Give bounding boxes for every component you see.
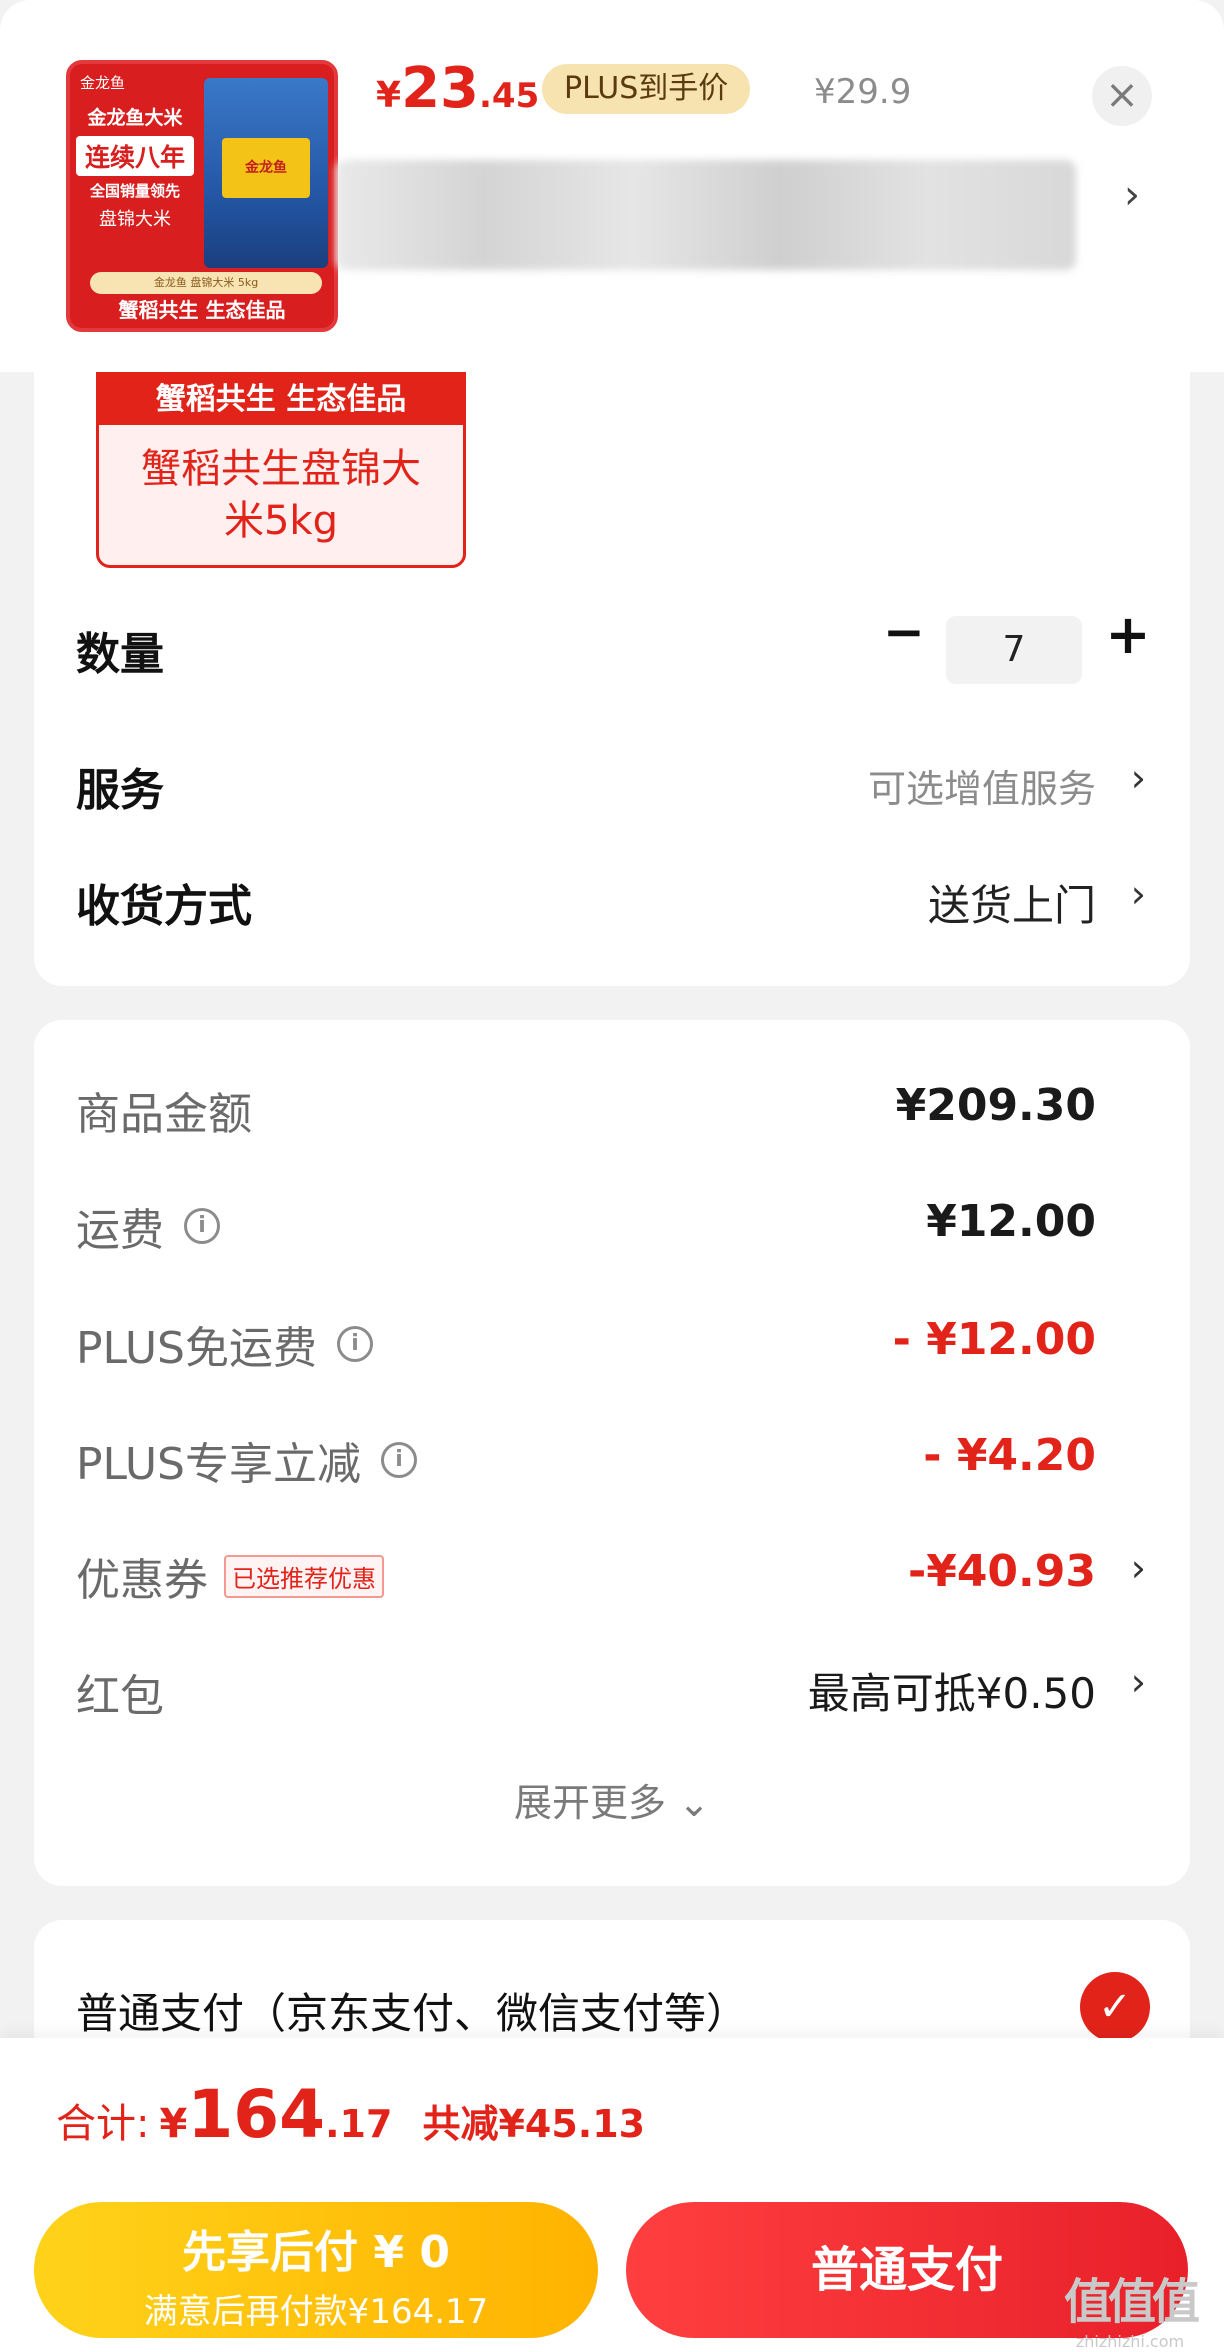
shipping-label: 运费 i <box>76 1194 220 1258</box>
check-icon[interactable]: ✓ <box>1080 1972 1150 2042</box>
order-total: 合计: ¥ 164 .17 共减¥45.13 <box>56 2076 645 2153</box>
delivery-label: 收货方式 <box>76 881 252 932</box>
watermark-logo-text: 值值值 <box>1064 2274 1200 2330</box>
payment-method-label[interactable]: 普通支付（京东支付、微信支付等） <box>76 1980 748 2041</box>
chevron-right-icon[interactable]: › <box>1131 872 1146 916</box>
info-icon[interactable]: i <box>184 1208 220 1244</box>
thumbnail-line-3: 全国销量领先 <box>89 182 180 200</box>
price-symbol: ¥ <box>376 75 402 116</box>
checkout-sheet: 金龙鱼 金龙鱼大米 连续八年 全国销量领先 盘锦大米 金龙鱼 金龙鱼 盘锦大米 … <box>0 0 1224 2352</box>
subtotal-value: ¥209.30 <box>895 1080 1096 1131</box>
red-packet-label: 红包 <box>76 1660 164 1724</box>
pay-later-sub-label: 满意后再付款¥164.17 <box>143 2292 489 2332</box>
chevron-right-icon[interactable]: › <box>1131 1546 1146 1590</box>
total-saved: 共减¥45.13 <box>422 2102 646 2146</box>
close-button[interactable]: × <box>1092 66 1152 126</box>
red-packet-value[interactable]: 最高可抵¥0.50 <box>808 1660 1096 1721</box>
coupon-label-text: 优惠券 <box>76 1555 208 1606</box>
watermark-url: zhizhizhi.com <box>1075 2332 1185 2351</box>
chevron-right-icon[interactable]: › <box>1124 172 1140 218</box>
delivery-value[interactable]: 送货上门 <box>928 872 1096 933</box>
thumbnail-text: 金龙鱼 金龙鱼大米 连续八年 全国销量领先 盘锦大米 <box>76 72 194 231</box>
original-price: ¥29.9 <box>814 72 912 112</box>
subtotal-label: 商品金额 <box>76 1078 252 1142</box>
product-thumbnail[interactable]: 金龙鱼 金龙鱼大米 连续八年 全国销量领先 盘锦大米 金龙鱼 金龙鱼 盘锦大米 … <box>66 60 338 332</box>
coupon-value[interactable]: -¥40.93 <box>908 1546 1096 1597</box>
price-decimal: .45 <box>479 76 540 116</box>
shipping-value: ¥12.00 <box>926 1196 1096 1247</box>
rice-bag-image: 金龙鱼 <box>204 78 328 268</box>
plus-price-badge: PLUS到手价 <box>542 64 751 114</box>
total-symbol: ¥ <box>159 2101 188 2147</box>
quantity-decrease-button[interactable]: − <box>880 607 928 658</box>
thumbnail-brand: 金龙鱼 <box>80 74 126 92</box>
plus-free-shipping-label: PLUS免运费 i <box>76 1312 373 1376</box>
pay-later-main-label: 先享后付 ¥ 0 <box>182 2227 450 2278</box>
spec-option-selected[interactable]: 蟹稻共生 生态佳品 蟹稻共生盘锦大米5kg <box>96 372 466 568</box>
plus-discount-value: - ¥4.20 <box>923 1430 1096 1481</box>
red-packet-label-text: 红包 <box>76 1671 164 1722</box>
coupon-label: 优惠券 已选推荐优惠 <box>76 1544 384 1608</box>
total-decimal: .17 <box>325 2102 393 2146</box>
fees-card: 商品金额 ¥209.30 运费 i ¥12.00 PLUS免运费 i - ¥12… <box>34 1020 1190 1886</box>
chevron-right-icon[interactable]: › <box>1131 756 1146 800</box>
thumbnail-strip: 金龙鱼 盘锦大米 5kg <box>90 272 322 294</box>
product-title-blurred[interactable] <box>336 160 1076 270</box>
chevron-right-icon[interactable]: › <box>1131 1660 1146 1704</box>
site-watermark: 值值值 zhizhizhi.com <box>1064 2262 1200 2351</box>
plus-discount-label-text: PLUS专享立减 <box>76 1439 361 1490</box>
price-integer: 23 <box>401 56 479 121</box>
total-label: 合计: <box>56 2101 150 2147</box>
spec-option-name: 蟹稻共生盘锦大米5kg <box>141 446 421 544</box>
thumbnail-line-2: 连续八年 <box>76 136 194 176</box>
service-value[interactable]: 可选增值服务 <box>868 758 1096 813</box>
checkout-bottom-bar: 合计: ¥ 164 .17 共减¥45.13 先享后付 ¥ 0 满意后再付款¥1… <box>0 2038 1224 2352</box>
pay-later-button[interactable]: 先享后付 ¥ 0 满意后再付款¥164.17 <box>34 2202 598 2338</box>
product-header: 金龙鱼 金龙鱼大米 连续八年 全国销量领先 盘锦大米 金龙鱼 金龙鱼 盘锦大米 … <box>0 0 1224 372</box>
info-icon[interactable]: i <box>381 1442 417 1478</box>
spec-option-header: 蟹稻共生 生态佳品 <box>99 375 463 425</box>
thumbnail-line-4: 盘锦大米 <box>99 209 171 230</box>
total-integer: 164 <box>187 2076 326 2153</box>
info-icon[interactable]: i <box>337 1326 373 1362</box>
service-label: 服务 <box>76 765 164 816</box>
thumbnail-line-1: 金龙鱼大米 <box>87 107 183 129</box>
shipping-label-text: 运费 <box>76 1205 164 1256</box>
plus-discount-label: PLUS专享立减 i <box>76 1428 417 1492</box>
plus-free-shipping-value: - ¥12.00 <box>892 1314 1096 1365</box>
quantity-input[interactable]: 7 <box>946 616 1082 684</box>
plus-free-shipping-label-text: PLUS免运费 <box>76 1323 317 1374</box>
quantity-increase-button[interactable]: + <box>1100 608 1156 666</box>
thumbnail-footer: 蟹稻共生 生态佳品 <box>118 298 286 322</box>
plus-price: ¥ 23 .45 <box>376 56 540 121</box>
coupon-recommended-tag: 已选推荐优惠 <box>224 1554 384 1598</box>
rice-bag-label: 金龙鱼 <box>222 138 310 198</box>
options-card: 蟹稻共生 生态佳品 蟹稻共生盘锦大米5kg 数量 − 7 + 服务 可选增值服务… <box>34 372 1190 986</box>
expand-more-button[interactable]: 展开更多 ⌄ <box>34 1772 1190 1827</box>
quantity-label: 数量 <box>76 629 164 680</box>
subtotal-label-text: 商品金额 <box>76 1089 252 1140</box>
